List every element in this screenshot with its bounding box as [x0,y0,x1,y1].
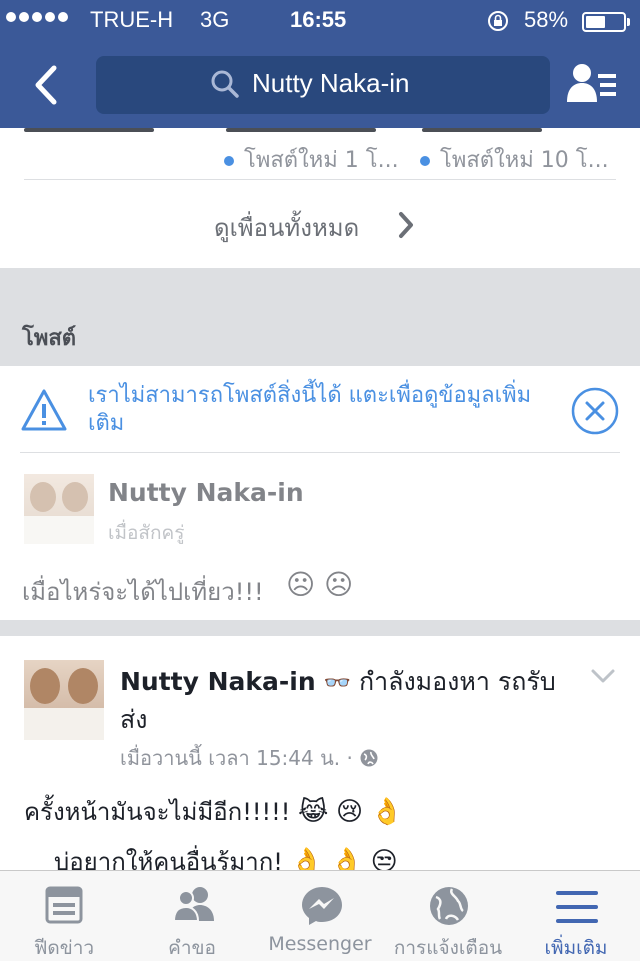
new-post-dot-icon [420,156,430,166]
close-icon[interactable] [570,386,620,436]
post-time[interactable]: เมื่อวานนี้ เวลา 15:44 น. [120,746,340,770]
new-post-dot-icon [224,156,234,166]
battery-tip [627,18,630,26]
tab-requests[interactable]: คำขอ [128,871,256,961]
messenger-icon [302,887,342,925]
friend-requests-button[interactable] [566,62,618,106]
friend-status-text: โพสต์ใหม่ 1 โ... [244,148,399,173]
post-separator [0,620,640,636]
glasses-icon: 👓 [323,671,352,696]
post-text: เมื่อไหร่จะได้ไปเที่ยว!!! [22,578,264,606]
tab-label: คำขอ [168,937,216,959]
friend-name-fragment [24,128,154,132]
friend-requests-icon [567,64,616,102]
friend-status[interactable]: โพสต์ใหม่ 1 โ... [224,142,399,177]
bottom-tab-bar: ฟีดข่าว คำขอ Messenger การแจ้งเตือน เพิ่… [0,870,640,961]
tab-label: เพิ่มเติม [544,937,608,959]
see-all-friends-label: ดูเพื่อนทั้งหมด [214,214,360,242]
news-feed-icon [45,886,83,924]
chevron-right-icon [399,212,413,238]
pending-post[interactable]: Nutty Naka-in เมื่อสักครู่ เมื่อไหร่จะได… [0,454,640,620]
posts-section-title: โพสต์ [22,326,77,351]
post-header: Nutty Naka-in 👓 กำลังมองหา รถรับส่ง [120,664,570,738]
post-time: เมื่อสักครู่ [108,522,185,544]
friend-status[interactable]: โพสต์ใหม่ 10 โ... [420,142,609,177]
post-body-line-2: บ่อยากให้คนอื่นรุ้มาก! 👌 👌 😒 [54,842,398,870]
tab-label: การแจ้งเตือน [393,937,503,959]
ok-hand-emoji: 👌 [330,847,363,870]
signal-strength-icon [6,12,68,22]
author-avatar[interactable] [24,660,104,740]
ok-hand-emoji: 👌 [290,847,323,870]
ok-hand-emoji: 👌 [370,797,404,827]
post-text: บ่อยากให้คนอื่นรุ้มาก! [54,848,283,870]
crying-face-emoji: 😢 [335,797,364,827]
tab-messenger[interactable]: Messenger [256,871,384,961]
friend-name-fragment [422,128,542,132]
rotation-lock-icon [488,11,508,31]
post-failed-banner[interactable]: เราไม่สามารถโพสต์สิ่งนี้ได้ แตะเพื่อดูข้… [0,366,640,454]
search-query: Nutty Naka-in [252,68,410,98]
friend-name-fragment [226,128,376,132]
post-meta: เมื่อวานนี้ เวลา 15:44 น. · [120,742,379,774]
see-all-friends-button[interactable]: ดูเพื่อนทั้งหมด [0,180,640,268]
post-body-line-1: ครั้งหน้ามันจะไม่มีอีก!!!!! 😹 😢 👌 [24,792,403,831]
globe-icon [360,749,378,767]
meta-separator: · [346,746,353,770]
search-input[interactable]: Nutty Naka-in [96,56,550,114]
posts-section-header: โพสต์ [0,268,640,366]
post-text: ครั้งหน้ามันจะไม่มีอีก!!!!! [24,798,291,826]
post-failed-message: เราไม่สามารถโพสต์สิ่งนี้ได้ แตะเพื่อดูข้… [88,383,532,436]
tab-label: Messenger [268,933,372,955]
back-chevron-icon [35,65,57,105]
back-button[interactable] [28,62,68,110]
battery-icon [582,12,626,32]
top-navigation-bar: TRUE-H 3G 16:55 58% Nutty Naka-in [0,0,640,128]
tab-more[interactable]: เพิ่มเติม [512,871,640,961]
sad-face-emoji: ☹ [324,568,354,601]
battery-percent: 58% [524,7,569,32]
unamused-face-emoji: 😒 [370,847,398,870]
sad-face-emoji: ☹ [286,568,316,601]
tab-label: ฟีดข่าว [33,937,95,959]
globe-icon [430,887,468,925]
menu-icon [556,891,598,923]
author-name[interactable]: Nutty Naka-in [120,667,316,696]
tab-news-feed[interactable]: ฟีดข่าว [0,871,128,961]
post-card: Nutty Naka-in 👓 กำลังมองหา รถรับส่ง เมื่… [0,636,640,870]
network-type: 3G [200,7,230,32]
author-name[interactable]: Nutty Naka-in [108,478,304,507]
crying-cat-emoji: 😹 [297,797,329,827]
friend-status-text: โพสต์ใหม่ 10 โ... [440,148,609,173]
search-icon [211,70,239,98]
divider [20,452,620,453]
friends-section: โพสต์ใหม่ 1 โ... โพสต์ใหม่ 10 โ... ดูเพื… [0,128,640,268]
carrier-name: TRUE-H [90,7,174,32]
clock: 16:55 [290,7,347,32]
requests-icon [172,887,214,922]
chevron-down-icon[interactable] [590,668,616,686]
tab-notifications[interactable]: การแจ้งเตือน [384,871,512,961]
warning-icon [21,389,67,431]
author-avatar [24,474,94,544]
